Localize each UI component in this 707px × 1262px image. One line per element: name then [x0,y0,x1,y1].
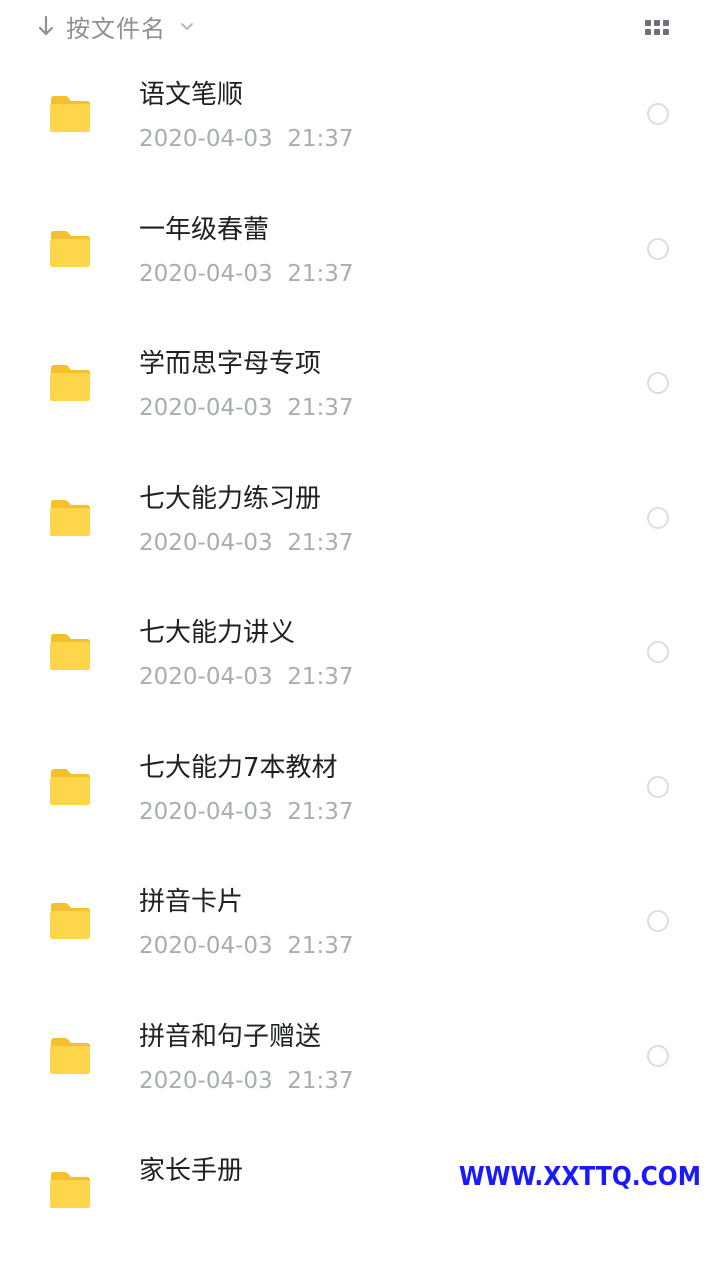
file-date: 2020-04-03 21:37 [139,933,354,959]
select-checkbox[interactable] [647,910,669,932]
file-date: 2020-04-03 21:37 [139,529,354,556]
file-name: 七大能力7本教材 [139,752,338,783]
folder-icon [50,903,90,939]
file-name: 七大能力讲义 [139,618,296,648]
file-date: 2020-04-03 21:37 [139,260,354,287]
select-checkbox[interactable] [647,641,669,663]
sort-by-filename-button[interactable]: 按文件名 [28,6,194,46]
file-date: 2020-04-03 21:37 [139,664,354,690]
file-date: 2020-04-03 21:37 [139,395,354,421]
file-date: 2020-04-03 21:37 [139,126,354,152]
folder-icon [50,365,90,401]
view-toggle-button[interactable] [640,12,674,42]
file-row[interactable]: 一年级春蕾 2020-04-03 21:37 [0,187,707,321]
grid-view-icon [645,20,669,35]
file-row[interactable]: 拼音卡片 2020-04-03 21:37 [0,859,707,993]
folder-icon [50,1172,90,1208]
file-name: 拼音卡片 [139,887,244,917]
select-checkbox[interactable] [647,372,669,394]
file-name: 语文笔顺 [139,80,244,110]
file-name: 一年级春蕾 [139,214,270,245]
file-date: 2020-04-03 21:37 [139,798,354,825]
file-row[interactable]: 七大能力7本教材 2020-04-03 21:37 [0,725,707,859]
arrow-down-icon [38,15,54,36]
file-name: 家长手册 [139,1156,244,1186]
folder-icon [50,634,90,670]
select-checkbox[interactable] [647,506,669,529]
select-checkbox[interactable] [647,237,669,260]
file-row[interactable]: 家长手册 [0,1128,707,1262]
sort-label: 按文件名 [66,14,166,43]
select-checkbox[interactable] [647,775,669,798]
file-row[interactable]: 学而思字母专项 2020-04-03 21:37 [0,321,707,455]
folder-icon [50,499,90,536]
file-name: 七大能力练习册 [139,483,322,514]
folder-icon [50,1037,90,1074]
sort-bar: 按文件名 [0,0,707,52]
folder-icon [50,768,90,805]
file-row[interactable]: 七大能力练习册 2020-04-03 21:37 [0,456,707,590]
watermark-text: WWW.XXTTQ.COM [458,1162,701,1192]
select-checkbox[interactable] [647,1044,669,1067]
file-row[interactable]: 拼音和句子赠送 2020-04-03 21:37 [0,994,707,1128]
file-date: 2020-04-03 21:37 [139,1067,354,1094]
file-name: 学而思字母专项 [139,349,322,379]
chevron-down-icon [181,23,193,30]
file-row[interactable]: 七大能力讲义 2020-04-03 21:37 [0,590,707,724]
file-name: 拼音和句子赠送 [139,1021,322,1052]
folder-icon [50,96,90,132]
folder-icon [50,230,90,267]
select-checkbox[interactable] [647,103,669,125]
file-row[interactable]: 语文笔顺 2020-04-03 21:37 [0,52,707,186]
